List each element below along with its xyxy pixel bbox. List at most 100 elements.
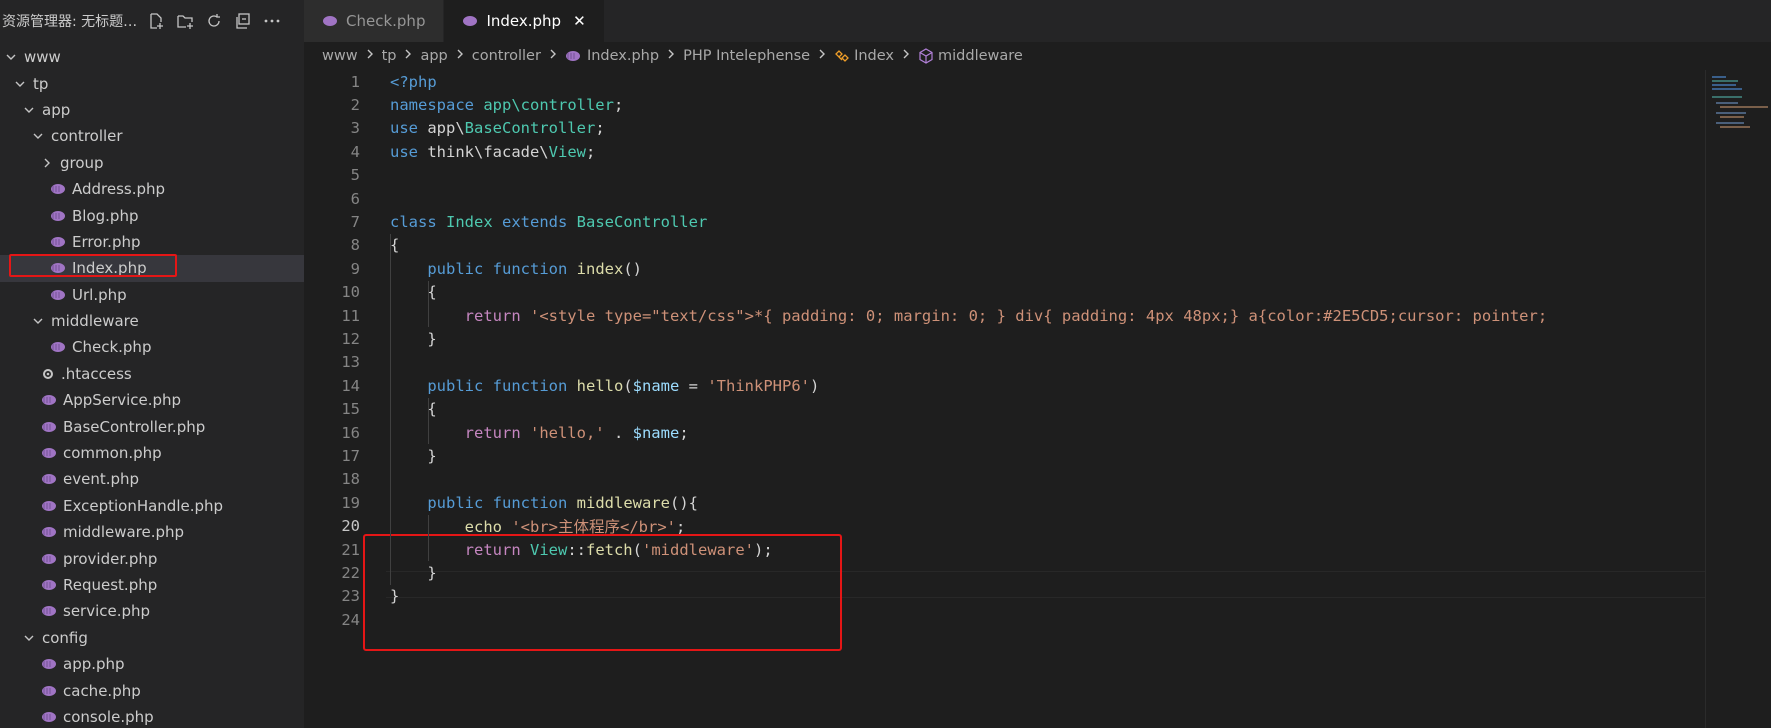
php-file-icon [42, 685, 56, 696]
tree-item-label: tp [33, 74, 49, 93]
breadcrumb-item[interactable]: PHP Intelephense [683, 48, 810, 64]
code-editor[interactable]: 1 <?php 2 namespace app\controller; 3 use app… [304, 70, 1771, 728]
code-token: extends [502, 213, 577, 232]
line-number: 12 [341, 330, 360, 349]
chevron-right-icon [668, 49, 675, 59]
tree-item[interactable]: console.php [0, 704, 304, 728]
chevron-down-icon [24, 107, 34, 113]
tree-item-label: config [42, 628, 88, 647]
tab-bar: Check.php Index.php ✕ [304, 0, 1771, 42]
code-line: 12 } [304, 327, 1704, 350]
tree-item[interactable]: .htaccess [0, 361, 304, 387]
chevron-down-icon [33, 133, 43, 140]
tree-item[interactable]: Error.php [0, 229, 304, 255]
code-token: hello [576, 376, 624, 395]
minimap[interactable] [1705, 70, 1771, 728]
collapse-all-icon[interactable] [233, 11, 253, 31]
tree-item[interactable]: provider.php [0, 545, 304, 571]
line-number: 5 [350, 166, 360, 185]
code-text: class Index extends BaseController [390, 213, 707, 231]
tree-item[interactable]: Check.php [0, 334, 304, 360]
line-number: 14 [341, 376, 360, 395]
more-icon[interactable] [262, 11, 282, 31]
code-token: = [679, 376, 708, 395]
code-text: public function index() [390, 260, 642, 278]
php-file-icon [565, 51, 580, 61]
code-line: 18 [304, 468, 1704, 491]
refresh-icon[interactable] [204, 11, 224, 31]
tree-item-label: Blog.php [72, 206, 139, 225]
code-token: middleware [576, 493, 670, 512]
code-line: 17 } [304, 444, 1704, 467]
breadcrumb-item[interactable]: tp [382, 48, 397, 64]
code-text: public function hello($name = 'ThinkPHP6… [390, 377, 819, 395]
tab-index-php[interactable]: Index.php ✕ [444, 0, 605, 42]
code-token: 'hello,' [529, 423, 605, 442]
indent-guide [428, 397, 429, 445]
code-token: ( [632, 540, 642, 559]
tree-item[interactable]: controller [0, 123, 304, 149]
breadcrumb-item[interactable]: Index.php [565, 48, 659, 64]
code-text: return 'hello,' . $name; [390, 424, 689, 442]
tree-item[interactable]: group [0, 150, 304, 176]
tree-item[interactable]: app.php [0, 651, 304, 677]
code-line: 6 [304, 187, 1704, 210]
breadcrumb-item[interactable]: middleware [918, 48, 1023, 64]
line-number: 9 [350, 259, 360, 278]
chevron-wrap [4, 50, 18, 64]
breadcrumb: www tp app controller Index.php PHP Intelephe… [304, 42, 1771, 70]
code-token: return [464, 540, 530, 559]
tree-item[interactable]: app [0, 97, 304, 123]
tree-item-label: www [24, 48, 61, 67]
method-icon [919, 48, 933, 64]
tree-item[interactable]: cache.php [0, 677, 304, 703]
breadcrumb-item[interactable]: controller [472, 48, 541, 64]
php-file-icon [51, 289, 65, 300]
tree-item[interactable]: Address.php [0, 176, 304, 202]
code-line: 2 namespace app\controller; [304, 93, 1704, 116]
close-icon[interactable]: ✕ [573, 12, 586, 30]
tree-item[interactable]: common.php [0, 440, 304, 466]
code-token: BaseController [464, 119, 596, 138]
new-file-icon[interactable] [146, 11, 166, 31]
tree-item[interactable]: Blog.php [0, 202, 304, 228]
breadcrumb-item[interactable]: app [420, 48, 447, 64]
code-line: 16 return 'hello,' . $name; [304, 421, 1704, 444]
line-number: 19 [341, 493, 360, 512]
tree-item-label: Request.php [63, 576, 158, 594]
code-token: ( [623, 376, 633, 395]
code-token: public [427, 259, 493, 278]
code-token: ; [675, 518, 686, 537]
chevron-wrap [22, 103, 36, 117]
code-token: ; [679, 423, 689, 442]
chevron-wrap [13, 77, 27, 91]
tree-item[interactable]: Url.php [0, 282, 304, 308]
tree-item-label: ExceptionHandle.php [63, 496, 224, 515]
tree-item[interactable]: service.php [0, 598, 304, 624]
tree-item[interactable]: BaseController.php [0, 413, 304, 439]
new-folder-icon[interactable] [175, 11, 195, 31]
tree-item[interactable]: ExceptionHandle.php [0, 493, 304, 519]
tree-item[interactable]: middleware [0, 308, 304, 334]
tree-item[interactable]: middleware.php [0, 519, 304, 545]
line-number: 20 [341, 517, 360, 536]
tree-item[interactable]: tp [0, 70, 304, 96]
breadcrumb-item[interactable]: www [322, 48, 358, 64]
code-line: 19 public function middleware(){ [304, 491, 1704, 514]
code-line: 8{ [304, 234, 1704, 257]
code-text: use think\facade\View; [390, 143, 595, 161]
code-token: public [427, 493, 493, 512]
tree-item[interactable]: config [0, 625, 304, 651]
tree-item[interactable]: Request.php [0, 572, 304, 598]
explorer-actions [146, 11, 282, 31]
tree-item[interactable]: AppService.php [0, 387, 304, 413]
tab-check-php[interactable]: Check.php [304, 0, 445, 42]
breadcrumb-label: PHP Intelephense [683, 48, 811, 64]
tree-item[interactable]: event.php [0, 466, 304, 492]
php-file-icon [51, 236, 65, 247]
breadcrumb-item[interactable]: Index [834, 48, 894, 64]
tree-item[interactable]: www [0, 44, 304, 70]
code-line: 14 public function hello($name = 'ThinkP… [304, 374, 1704, 397]
